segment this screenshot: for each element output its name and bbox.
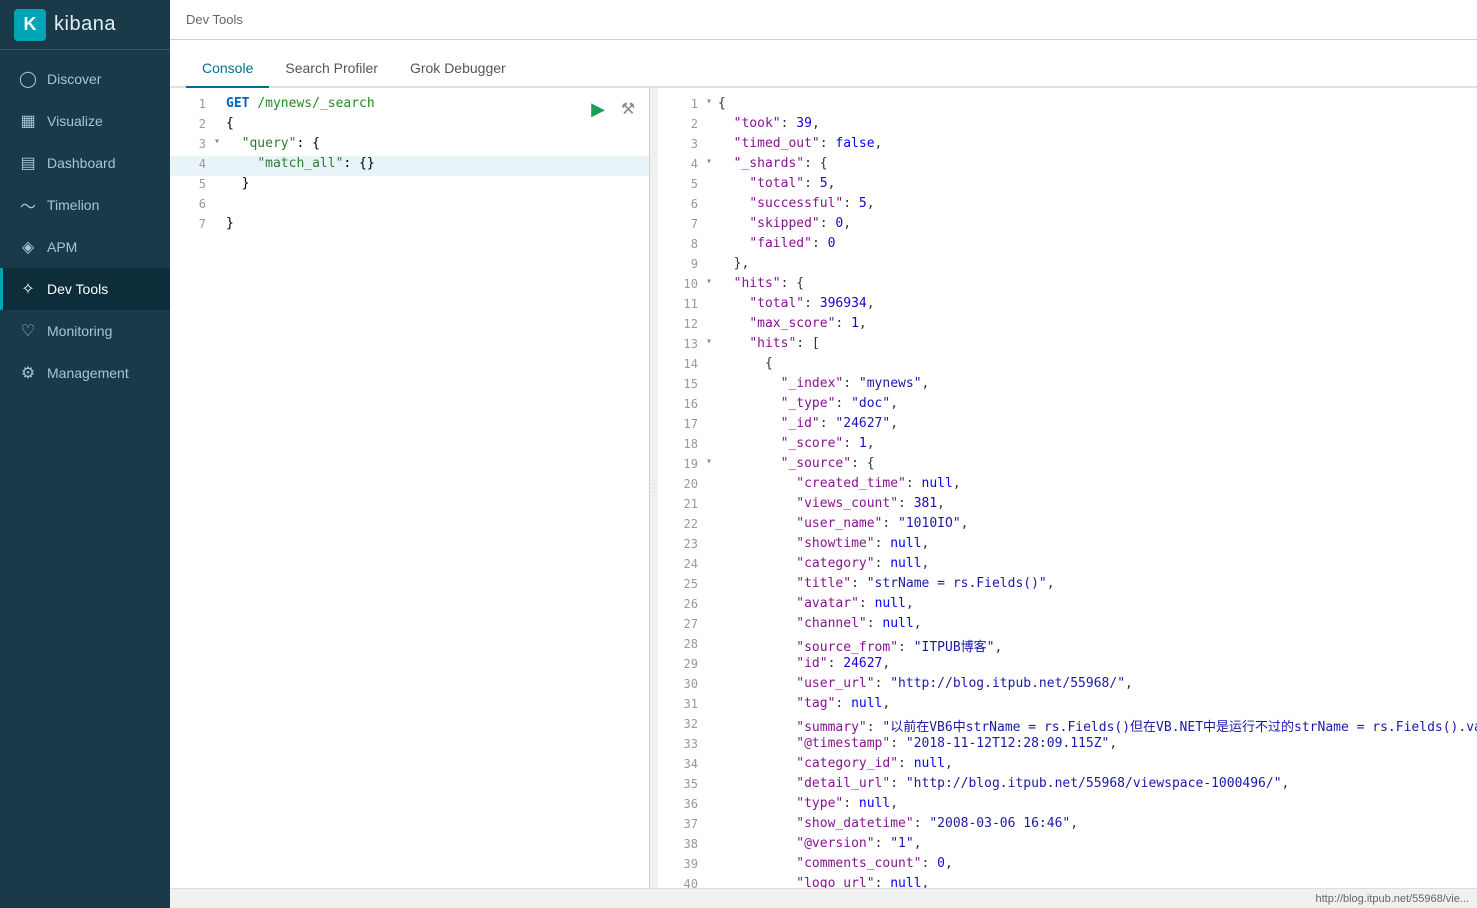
sidebar-item-visualize[interactable]: ▦ Visualize [0, 100, 170, 142]
resize-handle[interactable]: ⋮ [650, 88, 658, 888]
response-line: 33 "@timestamp": "2018-11-12T12:28:09.11… [658, 736, 1477, 756]
editor-line: 6 [170, 196, 649, 216]
editor-line: 7 } [170, 216, 649, 236]
sidebar-item-apm[interactable]: ◈ APM [0, 226, 170, 268]
response-line: 10 ▾ "hits": { [658, 276, 1477, 296]
status-url: http://blog.itpub.net/55968/vie... [1315, 893, 1469, 905]
tab-console[interactable]: Console [186, 48, 269, 88]
timelion-icon: 〜 [19, 196, 37, 214]
page-title: Dev Tools [186, 12, 243, 27]
response-line: 16 "_type": "doc", [658, 396, 1477, 416]
sidebar-item-monitoring-label: Monitoring [47, 323, 112, 339]
status-bar: http://blog.itpub.net/55968/vie... [170, 888, 1477, 908]
response-line: 21 "views_count": 381, [658, 496, 1477, 516]
response-line: 19 ▾ "_source": { [658, 456, 1477, 476]
settings-button[interactable]: ⚒ [615, 96, 641, 122]
response-line: 23 "showtime": null, [658, 536, 1477, 556]
run-button[interactable]: ▶ [585, 96, 611, 122]
response-line: 4 ▾ "_shards": { [658, 156, 1477, 176]
response-line: 12 "max_score": 1, [658, 316, 1477, 336]
discover-icon: ◯ [19, 70, 37, 88]
sidebar-item-visualize-label: Visualize [47, 113, 103, 129]
editor-area: ▶ ⚒ 1 GET /mynews/_search 2 { 3 [170, 88, 1477, 888]
management-icon: ⚙ [19, 364, 37, 382]
editor-line: 4 "match_all": {} [170, 156, 649, 176]
tabs-bar: Console Search Profiler Grok Debugger [170, 40, 1477, 88]
kibana-logo-icon: K [14, 9, 46, 41]
response-line: 38 "@version": "1", [658, 836, 1477, 856]
response-line: 14 { [658, 356, 1477, 376]
response-line: 8 "failed": 0 [658, 236, 1477, 256]
sidebar-item-devtools[interactable]: ✧ Dev Tools [0, 268, 170, 310]
response-line: 36 "type": null, [658, 796, 1477, 816]
response-line: 26 "avatar": null, [658, 596, 1477, 616]
response-line: 2 "took": 39, [658, 116, 1477, 136]
sidebar-item-dashboard-label: Dashboard [47, 155, 116, 171]
sidebar-item-discover[interactable]: ◯ Discover [0, 58, 170, 100]
response-line: 11 "total": 396934, [658, 296, 1477, 316]
top-bar: Dev Tools [170, 0, 1477, 40]
response-line: 35 "detail_url": "http://blog.itpub.net/… [658, 776, 1477, 796]
visualize-icon: ▦ [19, 112, 37, 130]
response-line: 37 "show_datetime": "2008-03-06 16:46", [658, 816, 1477, 836]
response-line: 34 "category_id": null, [658, 756, 1477, 776]
sidebar-item-devtools-label: Dev Tools [47, 281, 108, 297]
devtools-icon: ✧ [19, 280, 37, 298]
sidebar-item-dashboard[interactable]: ▤ Dashboard [0, 142, 170, 184]
tab-grok-debugger[interactable]: Grok Debugger [394, 48, 522, 88]
sidebar-item-monitoring[interactable]: ♡ Monitoring [0, 310, 170, 352]
query-panel: ▶ ⚒ 1 GET /mynews/_search 2 { 3 [170, 88, 650, 888]
response-line: 32 "summary": "以前在VB6中strName = rs.Field… [658, 716, 1477, 736]
response-line: 15 "_index": "mynews", [658, 376, 1477, 396]
response-line: 5 "total": 5, [658, 176, 1477, 196]
response-panel[interactable]: 1 ▾ { 2 "took": 39, 3 "timed_out": false… [658, 88, 1477, 888]
editor-line: 1 GET /mynews/_search [170, 96, 649, 116]
response-line: 13 ▾ "hits": [ [658, 336, 1477, 356]
query-editor[interactable]: 1 GET /mynews/_search 2 { 3 ▾ "query": { [170, 88, 649, 888]
sidebar: K kibana ◯ Discover ▦ Visualize ▤ Dashbo… [0, 0, 170, 908]
response-line: 7 "skipped": 0, [658, 216, 1477, 236]
response-line: 6 "successful": 5, [658, 196, 1477, 216]
sidebar-item-apm-label: APM [47, 239, 77, 255]
response-line: 28 "source_from": "ITPUB博客", [658, 636, 1477, 656]
response-line: 25 "title": "strName = rs.Fields()", [658, 576, 1477, 596]
response-line: 29 "id": 24627, [658, 656, 1477, 676]
sidebar-item-discover-label: Discover [47, 71, 101, 87]
editor-line: 2 { [170, 116, 649, 136]
app-logo[interactable]: K kibana [0, 0, 170, 50]
editor-line: 3 ▾ "query": { [170, 136, 649, 156]
response-line: 39 "comments_count": 0, [658, 856, 1477, 876]
response-line: 1 ▾ { [658, 96, 1477, 116]
response-line: 3 "timed_out": false, [658, 136, 1477, 156]
sidebar-item-timelion-label: Timelion [47, 197, 99, 213]
response-line: 18 "_score": 1, [658, 436, 1477, 456]
sidebar-item-timelion[interactable]: 〜 Timelion [0, 184, 170, 226]
editor-toolbar: ▶ ⚒ [585, 96, 641, 122]
editor-line: 5 } [170, 176, 649, 196]
sidebar-item-management-label: Management [47, 365, 129, 381]
response-line: 40 "logo_url": null, [658, 876, 1477, 888]
response-line: 24 "category": null, [658, 556, 1477, 576]
sidebar-item-management[interactable]: ⚙ Management [0, 352, 170, 394]
app-name: kibana [54, 13, 116, 36]
response-line: 20 "created_time": null, [658, 476, 1477, 496]
main-content: Dev Tools Console Search Profiler Grok D… [170, 0, 1477, 908]
response-line: 31 "tag": null, [658, 696, 1477, 716]
response-line: 9 }, [658, 256, 1477, 276]
sidebar-nav: ◯ Discover ▦ Visualize ▤ Dashboard 〜 Tim… [0, 50, 170, 908]
monitoring-icon: ♡ [19, 322, 37, 340]
response-line: 22 "user_name": "1010IO", [658, 516, 1477, 536]
tab-search-profiler[interactable]: Search Profiler [269, 48, 394, 88]
response-line: 17 "_id": "24627", [658, 416, 1477, 436]
dashboard-icon: ▤ [19, 154, 37, 172]
response-line: 27 "channel": null, [658, 616, 1477, 636]
apm-icon: ◈ [19, 238, 37, 256]
response-line: 30 "user_url": "http://blog.itpub.net/55… [658, 676, 1477, 696]
